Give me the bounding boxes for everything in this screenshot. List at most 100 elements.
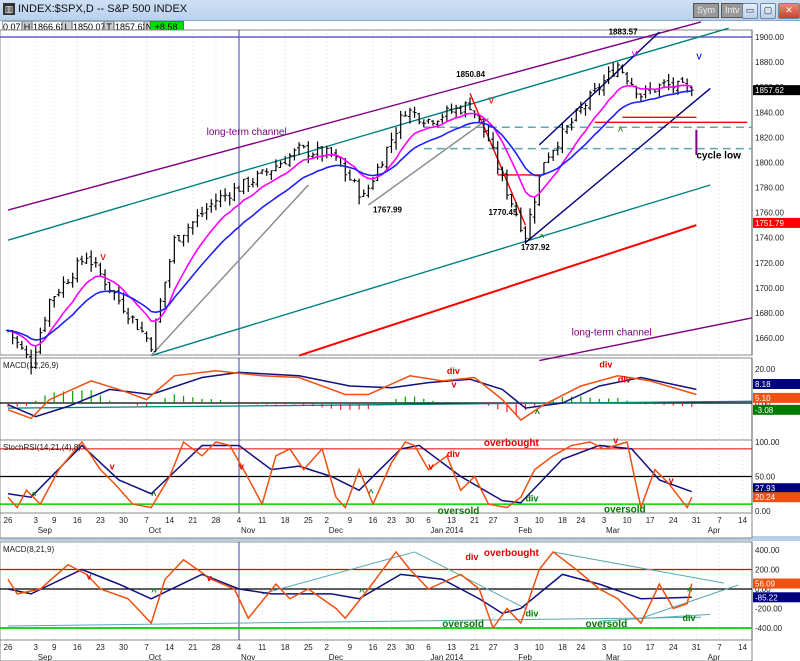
last-label: T (104, 21, 114, 32)
close-button[interactable]: ✕ (778, 3, 800, 19)
long-term-channel-upper (7, 21, 702, 211)
x-tick-label: 16 (369, 516, 378, 525)
macd2-trendline (261, 551, 415, 595)
x-tick-label: 21 (470, 516, 479, 525)
y-tick-label: 50.00 (755, 473, 776, 482)
macd2-trendline (599, 613, 711, 622)
maximize-button[interactable]: ▢ (760, 3, 776, 19)
x-tick-label: 7 (144, 643, 149, 652)
indicator-annotation: v (207, 573, 212, 583)
macd-hist-badge-bg (753, 404, 800, 415)
y-tick-label: 100.00 (755, 438, 780, 447)
indicator-annotation: div (618, 375, 631, 385)
macd-value-badge-bg (753, 392, 800, 403)
indicator-annotation: ^ (151, 587, 157, 597)
indicator-annotation: ^ (359, 587, 365, 597)
indicator-annotation: div (447, 366, 460, 376)
x-tick-label: 10 (623, 516, 632, 525)
ema-slow-line (7, 90, 692, 341)
x-tick-label: 27 (489, 516, 498, 525)
x-tick-label: 3 (514, 643, 519, 652)
x-tick-label: 4 (237, 643, 242, 652)
intv-button[interactable]: Intv (721, 3, 744, 18)
indicator-annotation: div (465, 552, 478, 562)
macd-trendline (7, 400, 753, 409)
x-month-label: Apr (708, 526, 721, 535)
navy-channel-upper (538, 31, 660, 146)
y-tick-label: 1760.00 (755, 209, 784, 218)
x-tick-label: 21 (188, 643, 197, 652)
long-term-channel-lower (539, 317, 752, 362)
price-annotation: v (632, 48, 638, 60)
x-month-label: Feb (518, 653, 532, 661)
x-tick-label: 6 (426, 516, 431, 525)
x-tick-label: 24 (669, 643, 678, 652)
y-tick-label: 1720.00 (755, 259, 784, 268)
y-tick-label: 1660.00 (755, 334, 784, 343)
x-month-label: Mar (606, 526, 620, 535)
x-tick-label: 16 (73, 643, 82, 652)
ma-long-badge-bg (753, 217, 800, 228)
price-annotation: 1850.84 (456, 70, 485, 79)
x-tick-label: 26 (4, 643, 13, 652)
window-title: INDEX:$SPX,D -- S&P 500 INDEX (18, 3, 188, 15)
panel-title: StochRSI(14,21,(4),8) (3, 443, 81, 452)
price-annotation: v (488, 94, 494, 106)
price-annotation: long-term channel (572, 327, 652, 338)
x-month-label: Nov (241, 653, 255, 661)
minimize-button[interactable]: ▭ (742, 3, 758, 19)
x-month-label: Oct (149, 653, 162, 661)
teal-channel-lower (151, 184, 711, 357)
macd-signal-line (7, 371, 697, 418)
x-tick-label: 28 (211, 516, 220, 525)
x-tick-label: 3 (33, 643, 38, 652)
x-tick-label: 11 (258, 643, 267, 652)
x-tick-label: 30 (119, 516, 128, 525)
net-change: +8.58 (150, 21, 184, 32)
x-tick-label: 11 (258, 516, 267, 525)
y-tick-label: 0.00 (755, 507, 771, 516)
y-tick-label: 0.00 (755, 585, 771, 594)
gray-trendline-1 (150, 184, 309, 357)
x-month-label: Dec (329, 526, 343, 535)
macd2-fast-line (7, 550, 693, 630)
indicator-annotation: v (428, 462, 433, 472)
x-tick-label: 9 (348, 516, 353, 525)
sym-button[interactable]: Sym (693, 3, 719, 18)
y-tick-label: 1900.00 (755, 33, 784, 42)
stochrsi-slow-line (7, 444, 693, 504)
x-tick-label: 9 (52, 516, 57, 525)
x-tick-label: 3 (33, 516, 38, 525)
x-tick-label: 24 (576, 643, 585, 652)
x-month-label: Oct (149, 526, 162, 535)
teal-channel-upper (7, 27, 729, 241)
x-tick-label: 14 (738, 516, 747, 525)
indicator-annotation: overbought (484, 438, 540, 449)
y-tick-label: 200.00 (755, 566, 780, 575)
red-downtrend (469, 93, 527, 226)
pane-splitter (0, 536, 800, 541)
x-month-label: Nov (241, 526, 255, 535)
y-tick-label: 1860.00 (755, 83, 784, 92)
x-tick-label: 31 (692, 516, 701, 525)
y-tick-label: 1880.00 (755, 58, 784, 67)
x-tick-label: 26 (4, 516, 13, 525)
macd2-slow-line (7, 568, 692, 615)
x-tick-label: 7 (717, 516, 722, 525)
macd2-fast-badge-bg (753, 578, 800, 589)
macd-hist-badge: -3.08 (755, 406, 774, 415)
price-annotation: 1770.45 (488, 208, 517, 217)
gray-trendline-2 (367, 117, 489, 206)
x-tick-label: 16 (369, 643, 378, 652)
x-tick-label: 24 (669, 516, 678, 525)
indicator-annotation: v (669, 475, 674, 485)
x-tick-label: 21 (470, 643, 479, 652)
x-tick-label: 24 (576, 516, 585, 525)
macd-line (7, 369, 697, 421)
indicator-annotation: overbought (484, 548, 540, 559)
macd-value-badge: 5.10 (755, 394, 771, 403)
price-annotation: ^ (539, 232, 545, 244)
x-tick-label: 3 (514, 516, 519, 525)
x-month-label: Mar (606, 653, 620, 661)
x-axis-1 (0, 639, 753, 661)
